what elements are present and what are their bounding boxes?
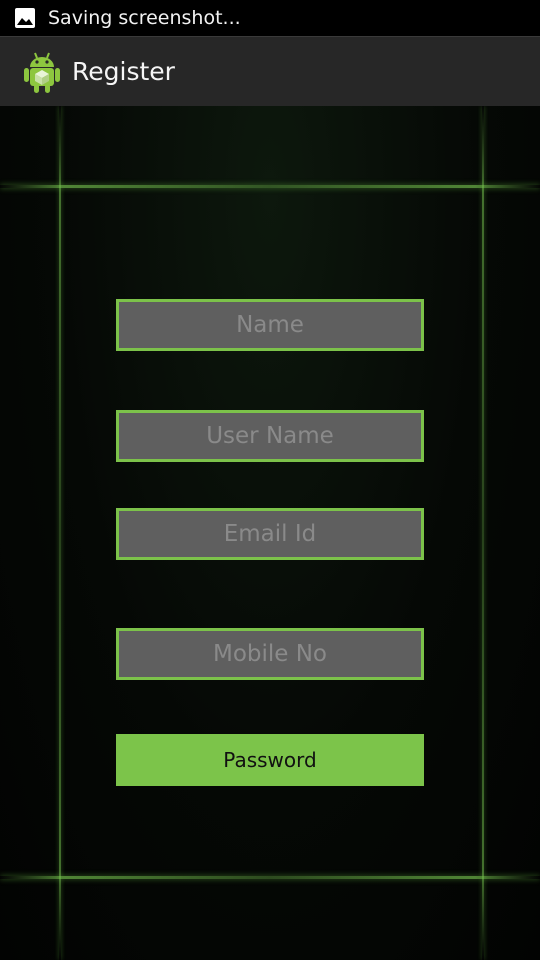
android-icon: [24, 52, 60, 93]
email-input[interactable]: [116, 508, 424, 560]
page-title: Register: [72, 57, 175, 86]
password-button[interactable]: Password: [116, 734, 424, 786]
status-notification-text: Saving screenshot...: [48, 7, 241, 29]
name-input[interactable]: [116, 299, 424, 351]
mobile-input[interactable]: [116, 628, 424, 680]
frame-line-top: [0, 185, 540, 188]
register-form-area: Password: [0, 106, 540, 960]
action-bar: Register: [0, 36, 540, 106]
image-icon: [15, 8, 35, 28]
frame-line-right: [482, 106, 484, 960]
username-input[interactable]: [116, 410, 424, 462]
frame-line-bottom: [0, 876, 540, 879]
status-bar: Saving screenshot...: [0, 0, 540, 36]
frame-line-left: [59, 106, 61, 960]
